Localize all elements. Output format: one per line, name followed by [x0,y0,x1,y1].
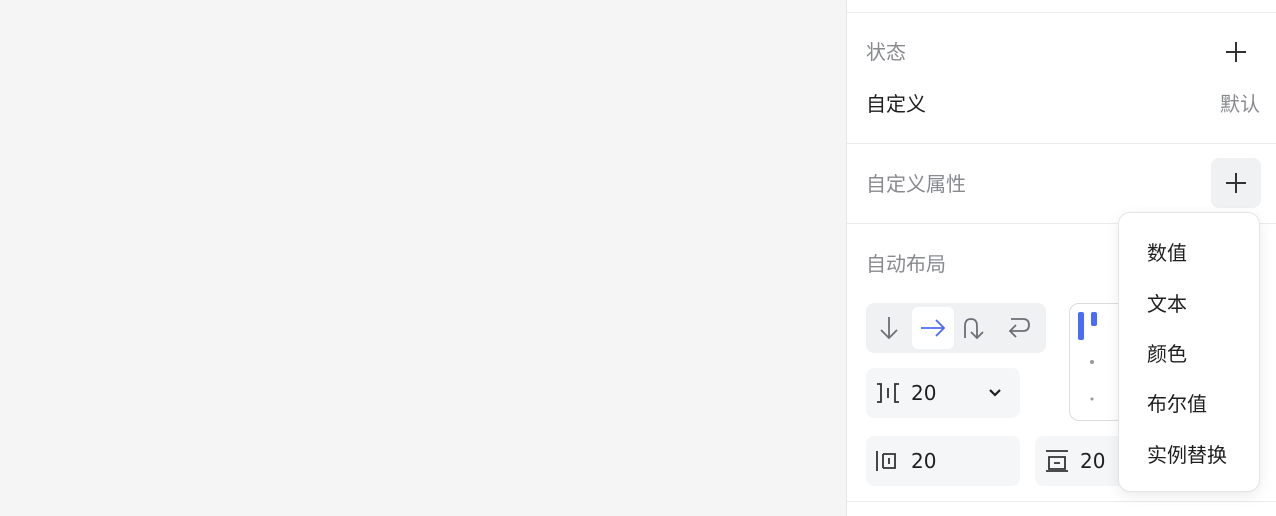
wrap-arrow-icon [964,318,984,340]
canvas-area[interactable] [0,0,846,516]
divider [847,12,1276,13]
add-custom-prop-button[interactable] [1211,158,1261,208]
state-row-value[interactable]: 默认 [1220,92,1260,116]
arrow-right-icon [921,319,946,337]
add-state-button[interactable] [1211,27,1261,77]
menu-item-instance-swap[interactable]: 实例替换 [1147,443,1227,467]
divider [847,501,1276,502]
property-type-menu: 数值 文本 颜色 布尔值 实例替换 [1118,212,1260,492]
layout-direction-segmented [866,303,1046,353]
padding-horizontal-value[interactable]: 20 [911,449,936,473]
return-arrow-icon [1008,318,1030,338]
menu-item-text[interactable]: 文本 [1147,292,1187,316]
arrow-down-icon [880,317,898,340]
direction-horizontal-option[interactable] [912,307,954,349]
direction-reverse-option[interactable] [998,307,1040,349]
item-spacing-field[interactable]: 20 [866,368,1020,418]
auto-layout-title: 自动布局 [866,252,946,276]
padding-horizontal-field[interactable]: 20 [866,436,1020,486]
state-section-title: 状态 [866,40,906,64]
direction-vertical-option[interactable] [868,307,910,349]
plus-icon [1226,173,1246,193]
state-row-label[interactable]: 自定义 [866,92,926,116]
menu-item-boolean[interactable]: 布尔值 [1147,392,1207,416]
menu-item-number[interactable]: 数值 [1147,241,1187,265]
plus-icon [1226,42,1246,62]
custom-props-title: 自定义属性 [866,172,966,196]
chevron-down-icon[interactable] [988,388,1002,398]
menu-item-color[interactable]: 颜色 [1147,342,1187,366]
padding-horizontal-icon [876,451,896,471]
padding-vertical-value[interactable]: 20 [1080,449,1105,473]
divider [847,143,1276,144]
direction-wrap-option[interactable] [954,307,996,349]
item-spacing-value[interactable]: 20 [911,381,936,405]
spacing-icon [877,383,899,403]
padding-vertical-icon [1046,450,1068,472]
